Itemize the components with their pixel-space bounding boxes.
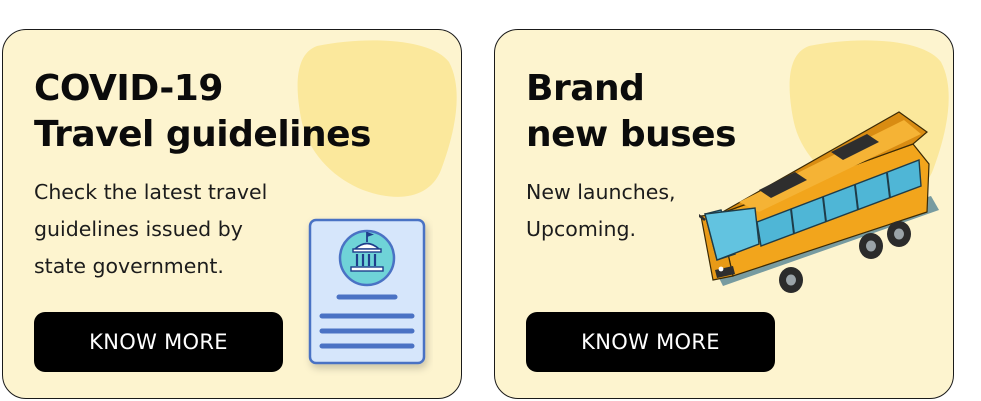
new-buses-card: Brand new buses New launches, Upcoming. xyxy=(494,29,954,399)
card-description-line-3: state government. xyxy=(34,254,224,278)
card-description: Check the latest travel guidelines issue… xyxy=(34,174,267,285)
card-title-line-2: new buses xyxy=(526,114,737,155)
card-description-line-1: Check the latest travel xyxy=(34,180,268,204)
government-document-icon xyxy=(308,218,426,365)
card-title-line-2: Travel guidelines xyxy=(34,114,371,155)
card-description: New launches, Upcoming. xyxy=(526,174,676,248)
card-description-line-2: Upcoming. xyxy=(526,217,637,241)
card-description-line-2: guidelines issued by xyxy=(34,217,243,241)
card-title-line-1: Brand xyxy=(526,68,645,109)
covid-guidelines-card: COVID-19 Travel guidelines Check the lat… xyxy=(2,29,462,399)
card-title: COVID-19 Travel guidelines xyxy=(34,66,371,158)
card-title: Brand new buses xyxy=(526,66,737,158)
card-title-line-1: COVID-19 xyxy=(34,68,223,109)
know-more-button[interactable]: KNOW MORE xyxy=(34,312,283,372)
know-more-button[interactable]: KNOW MORE xyxy=(526,312,775,372)
card-description-line-1: New launches, xyxy=(526,180,676,204)
